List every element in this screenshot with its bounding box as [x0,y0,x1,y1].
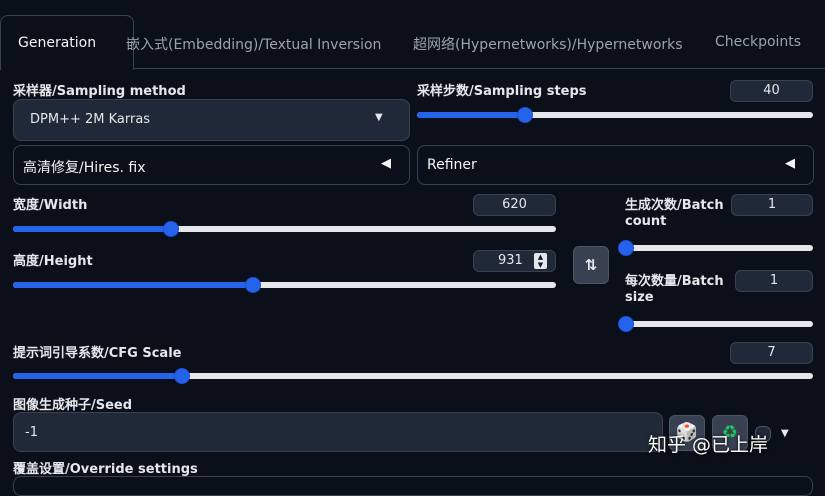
height-input[interactable]: 931 ▲ ▼ [473,250,556,272]
sampler-label: 采样器/Sampling method [13,84,186,99]
extra-seed-toggle-icon[interactable]: ▼ [781,428,789,439]
height-slider-fill [13,282,252,288]
tab-checkpoints[interactable]: Checkpoints [715,34,801,50]
hires-fix-accordion[interactable]: 高清修复/Hires. fix ◀ [13,145,410,185]
steps-label: 采样步数/Sampling steps [417,84,587,99]
tab-textual-inversion[interactable]: 嵌入式(Embedding)/Textual Inversion [126,34,381,54]
steps-input[interactable]: 40 [730,80,813,102]
height-value: 931 [498,253,523,268]
steps-slider[interactable] [417,107,813,123]
cfg-slider[interactable] [13,368,813,384]
width-label: 宽度/Width [13,198,88,213]
tab-bar: Generation 嵌入式(Embedding)/Textual Invers… [0,0,825,70]
batch-count-slider[interactable] [618,240,813,256]
steps-slider-fill [417,112,524,118]
batch-size-slider-thumb[interactable] [618,316,634,332]
width-slider[interactable] [13,221,556,237]
sampler-value: DPM++ 2M Karras [30,112,151,127]
height-label: 高度/Height [13,254,93,269]
cfg-label: 提示词引导系数/CFG Scale [13,346,182,361]
swap-arrows-icon: ⇅ [584,256,598,274]
swap-dimensions-button[interactable]: ⇅ [573,246,609,284]
batch-size-input[interactable]: 1 [735,270,813,292]
batch-size-slider-track [625,321,813,327]
width-slider-fill [13,226,171,232]
batch-count-slider-thumb[interactable] [618,240,634,256]
watermark-text: 知乎 @已上岸 [648,434,769,456]
refiner-label: Refiner [427,157,477,173]
batch-count-input[interactable]: 1 [731,194,813,216]
chevron-down-icon: ▼ [375,112,383,123]
height-slider[interactable] [13,277,556,293]
override-settings-box[interactable] [13,476,813,496]
batch-size-label-line1: 每次数量/Batch [625,274,724,289]
refiner-accordion[interactable]: Refiner ◀ [417,145,814,185]
collapse-arrow-icon: ◀ [381,156,391,171]
width-slider-thumb[interactable] [163,221,180,237]
sampler-dropdown[interactable]: DPM++ 2M Karras ▼ [13,99,410,141]
seed-input[interactable]: -1 [13,412,663,452]
seed-value: -1 [25,425,38,440]
height-slider-thumb[interactable] [244,277,261,293]
cfg-slider-fill [13,373,181,379]
cfg-input[interactable]: 7 [730,342,813,364]
width-input[interactable]: 620 [473,194,556,216]
steps-slider-thumb[interactable] [516,107,533,123]
batch-size-label-line2: size [625,290,654,305]
batch-count-slider-track [625,245,813,251]
stepper-icon[interactable]: ▲ ▼ [534,253,547,269]
tab-generation[interactable]: Generation [0,15,134,70]
batch-size-slider[interactable] [618,316,813,332]
hires-fix-label: 高清修复/Hires. fix [23,160,146,176]
batch-count-label-line1: 生成次数/Batch [625,198,724,213]
seed-label: 图像生成种子/Seed [13,398,133,413]
batch-count-label-line2: count [625,214,667,229]
collapse-arrow-icon: ◀ [785,156,795,171]
tab-hypernetworks[interactable]: 超网络(Hypernetworks)/Hypernetworks [413,34,683,54]
override-settings-label: 覆盖设置/Override settings [13,462,198,477]
cfg-slider-thumb[interactable] [174,368,190,384]
